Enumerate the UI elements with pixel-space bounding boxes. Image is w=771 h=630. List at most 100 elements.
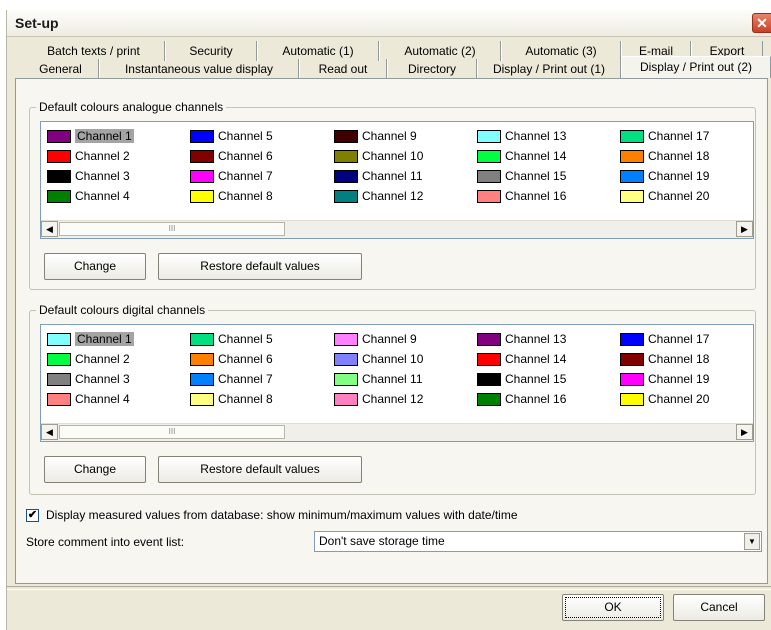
list-item[interactable]: Channel 7 bbox=[188, 166, 273, 186]
window-title: Set-up bbox=[15, 15, 59, 31]
list-item[interactable]: Channel 16 bbox=[475, 389, 566, 409]
color-swatch bbox=[334, 150, 358, 163]
tab-batch-texts-print[interactable]: Batch texts / print bbox=[23, 41, 165, 61]
scroll-thumb[interactable]: III bbox=[59, 222, 285, 236]
analogue-channel-list[interactable]: Channel 1 Channel 2 Channel 3 Channel 4 … bbox=[40, 121, 754, 239]
color-swatch bbox=[477, 333, 501, 346]
ok-button[interactable]: OK bbox=[562, 594, 664, 621]
list-item[interactable]: Channel 13 bbox=[475, 329, 566, 349]
scroll-left-icon[interactable]: ◀ bbox=[41, 424, 58, 440]
list-item[interactable]: Channel 2 bbox=[45, 146, 134, 166]
scroll-left-icon[interactable]: ◀ bbox=[41, 221, 58, 237]
list-item[interactable]: Channel 2 bbox=[45, 349, 134, 369]
color-swatch bbox=[190, 150, 214, 163]
color-swatch bbox=[190, 353, 214, 366]
list-item[interactable]: Channel 11 bbox=[332, 166, 423, 186]
tab-automatic-1[interactable]: Automatic (1) bbox=[257, 41, 379, 61]
color-swatch bbox=[47, 130, 71, 143]
tab-display-print-out-2[interactable]: Display / Print out (2) bbox=[621, 56, 771, 78]
item-label: Channel 5 bbox=[218, 332, 273, 346]
list-item[interactable]: Channel 3 bbox=[45, 369, 134, 389]
item-label: Channel 14 bbox=[505, 149, 567, 163]
list-item[interactable]: Channel 8 bbox=[188, 186, 273, 206]
analogue-restore-defaults-button[interactable]: Restore default values bbox=[158, 253, 362, 280]
item-label: Channel 2 bbox=[75, 352, 130, 366]
list-item[interactable]: Channel 9 bbox=[332, 329, 423, 349]
list-item[interactable]: Channel 18 bbox=[618, 146, 709, 166]
list-item[interactable]: Channel 18 bbox=[618, 349, 709, 369]
list-item[interactable]: Channel 5 bbox=[188, 126, 273, 146]
digital-horizontal-scrollbar[interactable]: ◀ III ▶ bbox=[41, 423, 753, 441]
store-comment-select[interactable]: Don't save storage time ▼ bbox=[314, 531, 762, 552]
digital-restore-defaults-button[interactable]: Restore default values bbox=[158, 456, 362, 483]
item-label: Channel 19 bbox=[648, 372, 710, 386]
item-label: Channel 4 bbox=[75, 189, 130, 203]
list-item[interactable]: Channel 6 bbox=[188, 349, 273, 369]
list-item[interactable]: Channel 15 bbox=[475, 166, 566, 186]
item-label: Channel 7 bbox=[218, 169, 273, 183]
item-label: Channel 6 bbox=[218, 149, 273, 163]
color-swatch bbox=[477, 130, 501, 143]
digital-column-3: Channel 9 Channel 10 Channel 11 Channel … bbox=[332, 329, 423, 409]
item-label: Channel 12 bbox=[362, 392, 424, 406]
color-swatch bbox=[334, 353, 358, 366]
list-item[interactable]: Channel 9 bbox=[332, 126, 423, 146]
list-item[interactable]: Channel 3 bbox=[45, 166, 134, 186]
tab-display-print-out-1[interactable]: Display / Print out (1) bbox=[477, 59, 621, 79]
list-item[interactable]: Channel 12 bbox=[332, 389, 423, 409]
analogue-change-button[interactable]: Change bbox=[44, 253, 146, 280]
digital-column-1: Channel 1 Channel 2 Channel 3 Channel 4 bbox=[45, 329, 134, 409]
scroll-right-icon[interactable]: ▶ bbox=[736, 424, 753, 440]
cancel-button[interactable]: Cancel bbox=[673, 594, 765, 621]
list-item[interactable]: Channel 12 bbox=[332, 186, 423, 206]
color-swatch bbox=[477, 373, 501, 386]
chevron-down-icon[interactable]: ▼ bbox=[744, 533, 760, 550]
min-max-checkbox[interactable]: ✔ bbox=[26, 509, 39, 522]
list-item[interactable]: Channel 10 bbox=[332, 146, 423, 166]
list-item[interactable]: Channel 15 bbox=[475, 369, 566, 389]
item-label: Channel 1 bbox=[75, 332, 134, 346]
tab-read-out[interactable]: Read out bbox=[299, 59, 387, 79]
list-item[interactable]: Channel 8 bbox=[188, 389, 273, 409]
list-item[interactable]: Channel 16 bbox=[475, 186, 566, 206]
analogue-horizontal-scrollbar[interactable]: ◀ III ▶ bbox=[41, 220, 753, 238]
close-icon[interactable]: ✕ bbox=[752, 13, 771, 33]
list-item[interactable]: Channel 4 bbox=[45, 389, 134, 409]
tab-directory[interactable]: Directory bbox=[387, 59, 477, 79]
list-item[interactable]: Channel 19 bbox=[618, 369, 709, 389]
tab-general[interactable]: General bbox=[23, 59, 99, 79]
item-label: Channel 13 bbox=[505, 129, 567, 143]
list-item[interactable]: Channel 20 bbox=[618, 389, 709, 409]
list-item[interactable]: Channel 6 bbox=[188, 146, 273, 166]
list-item[interactable]: Channel 1 bbox=[45, 329, 134, 349]
tab-automatic-3[interactable]: Automatic (3) bbox=[501, 41, 621, 61]
list-item[interactable]: Channel 14 bbox=[475, 349, 566, 369]
list-item[interactable]: Channel 17 bbox=[618, 126, 709, 146]
list-item[interactable]: Channel 11 bbox=[332, 369, 423, 389]
item-label: Channel 20 bbox=[648, 392, 710, 406]
list-item[interactable]: Channel 20 bbox=[618, 186, 709, 206]
list-item[interactable]: Channel 10 bbox=[332, 349, 423, 369]
digital-column-5: Channel 17 Channel 18 Channel 19 Channel… bbox=[618, 329, 709, 409]
color-swatch bbox=[620, 393, 644, 406]
scroll-thumb[interactable]: III bbox=[59, 425, 285, 439]
list-item[interactable]: Channel 19 bbox=[618, 166, 709, 186]
list-item[interactable]: Channel 4 bbox=[45, 186, 134, 206]
list-item[interactable]: Channel 13 bbox=[475, 126, 566, 146]
item-label: Channel 6 bbox=[218, 352, 273, 366]
list-item[interactable]: Channel 7 bbox=[188, 369, 273, 389]
list-item[interactable]: Channel 5 bbox=[188, 329, 273, 349]
item-label: Channel 16 bbox=[505, 392, 567, 406]
tab-automatic-2[interactable]: Automatic (2) bbox=[379, 41, 501, 61]
tab-security[interactable]: Security bbox=[165, 41, 257, 61]
digital-channel-list[interactable]: Channel 1 Channel 2 Channel 3 Channel 4 … bbox=[40, 324, 754, 442]
item-label: Channel 18 bbox=[648, 149, 710, 163]
color-swatch bbox=[477, 150, 501, 163]
item-label: Channel 18 bbox=[648, 352, 710, 366]
list-item[interactable]: Channel 17 bbox=[618, 329, 709, 349]
tab-instantaneous-value-display[interactable]: Instantaneous value display bbox=[99, 59, 299, 79]
digital-change-button[interactable]: Change bbox=[44, 456, 146, 483]
list-item[interactable]: Channel 1 bbox=[45, 126, 134, 146]
list-item[interactable]: Channel 14 bbox=[475, 146, 566, 166]
scroll-right-icon[interactable]: ▶ bbox=[736, 221, 753, 237]
